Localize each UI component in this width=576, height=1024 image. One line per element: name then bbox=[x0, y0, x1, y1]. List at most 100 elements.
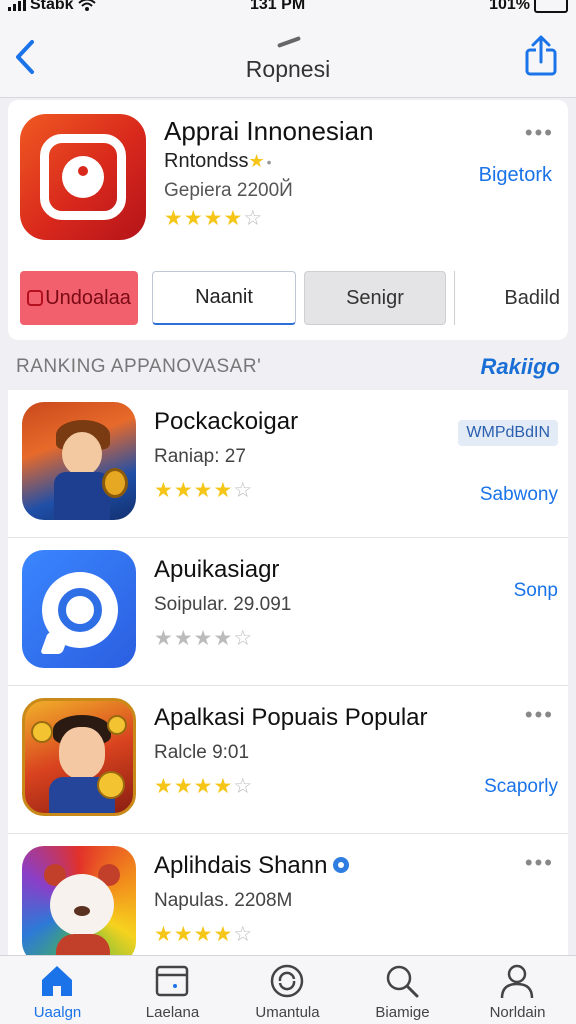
app-meta: Raniap: 27 bbox=[154, 446, 246, 467]
status-bar: Stabk 131 PM 101% bbox=[0, 0, 576, 18]
search-icon bbox=[386, 965, 419, 998]
star-empty-icon: ☆ bbox=[233, 923, 254, 946]
browser-window-icon bbox=[155, 965, 189, 997]
app-action-link[interactable]: Sonp bbox=[514, 580, 558, 602]
more-options-icon[interactable]: ••• bbox=[525, 850, 554, 876]
section-title: RANKING APPANOVASAR' bbox=[16, 356, 262, 377]
star-filled-icon: ★ bbox=[154, 627, 174, 650]
star-filled-icon: ★ bbox=[164, 207, 184, 230]
battery-icon bbox=[534, 0, 568, 13]
tab-search-label: Biamige bbox=[375, 1004, 430, 1021]
tab-updates-label: Umantula bbox=[255, 1004, 320, 1021]
app-name: Apalkasi Popuais Popular bbox=[154, 704, 428, 731]
star-filled-icon: ★ bbox=[193, 775, 214, 798]
star-filled-icon: ★ bbox=[173, 627, 194, 650]
dot-icon: • bbox=[266, 154, 272, 170]
navigation-bar: Ropnesi bbox=[0, 18, 576, 98]
segment-tab-2[interactable]: Naanit bbox=[152, 271, 296, 325]
featured-app-card[interactable]: Apprai Innonesian Rntondss★ • Gepiera 220… bbox=[8, 100, 568, 340]
battery-percent: 101% bbox=[489, 0, 530, 13]
tab-account[interactable]: Norldain bbox=[460, 956, 576, 1024]
star-filled-icon: ★ bbox=[213, 923, 234, 946]
featured-app-meta: Gepiera 2200Й bbox=[164, 180, 293, 201]
star-empty-icon: ☆ bbox=[233, 479, 254, 502]
star-filled-icon: ★ bbox=[154, 923, 174, 946]
star-filled-icon: ★ bbox=[223, 207, 244, 230]
bear-app-icon[interactable] bbox=[22, 846, 136, 955]
chat-app-icon[interactable] bbox=[22, 550, 136, 668]
list-item[interactable]: Apalkasi Popuais Popular Ralcle 9:01 ★★★… bbox=[8, 686, 568, 834]
tab-updates[interactable]: Umantula bbox=[230, 956, 345, 1024]
star-filled-icon: ★ bbox=[183, 207, 204, 230]
star-filled-icon: ★ bbox=[203, 207, 224, 230]
star-filled-icon: ★ bbox=[193, 479, 214, 502]
section-see-all-link[interactable]: Rakiigo bbox=[481, 354, 560, 380]
status-time: 131 PM bbox=[250, 0, 306, 13]
star-empty-icon: ☆ bbox=[243, 207, 264, 230]
list-item[interactable]: Apuikasiagr Soipular. 29.091 ★★★★☆ Sonp bbox=[8, 538, 568, 686]
segment-tab-3[interactable]: Senigr bbox=[304, 271, 446, 325]
tab-home-label: Uaalgn bbox=[33, 1004, 82, 1021]
list-item[interactable]: Aplihdais Shann Napulas. 2208М ★★★★☆ ••• bbox=[8, 834, 568, 955]
star-badge-icon: ★ bbox=[248, 151, 265, 171]
page-title: Ropnesi bbox=[245, 56, 331, 82]
ranking-list: Pockackoigar Raniap: 27 ★★★★☆ WMPdBdIN S… bbox=[8, 390, 568, 955]
featured-app-developer-label: Rntondss bbox=[164, 150, 249, 172]
app-name: Pockackoigar bbox=[154, 408, 299, 435]
app-rating: ★★★★☆ bbox=[154, 774, 253, 799]
app-rating: ★★★★☆ bbox=[154, 478, 253, 503]
more-options-icon[interactable]: ••• bbox=[525, 702, 554, 728]
star-filled-icon: ★ bbox=[173, 479, 194, 502]
signal-icon bbox=[8, 0, 26, 11]
star-empty-icon: ☆ bbox=[233, 775, 254, 798]
person-icon bbox=[500, 964, 534, 999]
star-filled-icon: ★ bbox=[173, 923, 194, 946]
app-meta: Napulas. 2208М bbox=[154, 890, 293, 911]
app-badge: WMPdBdIN bbox=[458, 420, 558, 446]
home-icon bbox=[42, 966, 72, 996]
title-accent-mark bbox=[277, 36, 301, 48]
segment-tab-2-label: Naanit bbox=[195, 286, 253, 308]
segment-tab-4[interactable]: Badild bbox=[454, 271, 564, 325]
featured-app-rating: ★★★★☆ bbox=[164, 206, 263, 231]
app-name-label: Aplihdais Shann bbox=[154, 852, 328, 879]
carrier-label: Stabk bbox=[30, 0, 74, 13]
star-empty-icon: ☆ bbox=[233, 627, 254, 650]
tab-bar: Uaalgn Laelana Umantula Biamige Norldain bbox=[0, 955, 576, 1024]
segment-tab-1-label: Undoalaa bbox=[45, 286, 131, 309]
refresh-circle-icon bbox=[270, 964, 304, 998]
battery-indicator: 101% bbox=[489, 0, 568, 14]
featured-app-name: Apprai Innonesian bbox=[164, 116, 374, 146]
share-icon[interactable] bbox=[524, 34, 558, 78]
app-meta: Soipular. 29.091 bbox=[154, 594, 292, 615]
game-app-icon[interactable] bbox=[22, 698, 136, 816]
star-filled-icon: ★ bbox=[213, 627, 234, 650]
wifi-icon bbox=[77, 0, 96, 11]
featured-app-developer: Rntondss★ • bbox=[164, 150, 272, 173]
featured-get-button[interactable]: Bigetork bbox=[479, 164, 552, 187]
featured-app-icon[interactable] bbox=[20, 114, 146, 240]
tab-search[interactable]: Biamige bbox=[345, 956, 460, 1024]
list-item[interactable]: Pockackoigar Raniap: 27 ★★★★☆ WMPdBdIN S… bbox=[8, 390, 568, 538]
ranking-section-header: RANKING APPANOVASAR' Rakiigo bbox=[0, 344, 576, 388]
app-rating: ★★★★☆ bbox=[154, 922, 253, 947]
star-filled-icon: ★ bbox=[213, 479, 234, 502]
app-action-link[interactable]: Scaporly bbox=[484, 776, 558, 798]
more-options-icon[interactable]: ••• bbox=[525, 120, 554, 146]
app-name: Apuikasiagr bbox=[154, 556, 280, 583]
app-rating: ★★★★☆ bbox=[154, 626, 253, 651]
star-filled-icon: ★ bbox=[193, 627, 214, 650]
app-meta: Ralcle 9:01 bbox=[154, 742, 250, 763]
segment-tab-4-label: Badild bbox=[504, 286, 560, 309]
app-action-link[interactable]: Sabwony bbox=[480, 484, 558, 506]
segment-tab-1[interactable]: Undoalaa bbox=[20, 271, 138, 325]
tab-home[interactable]: Uaalgn bbox=[0, 956, 115, 1024]
tab-account-label: Norldain bbox=[489, 1004, 546, 1021]
tab-browse-label: Laelana bbox=[145, 1004, 200, 1021]
carrier: Stabk bbox=[8, 0, 96, 14]
app-name: Aplihdais Shann bbox=[154, 852, 350, 880]
game-app-icon[interactable] bbox=[22, 402, 136, 520]
star-filled-icon: ★ bbox=[173, 775, 194, 798]
tab-browse[interactable]: Laelana bbox=[115, 956, 230, 1024]
app-mini-icon bbox=[27, 290, 44, 306]
